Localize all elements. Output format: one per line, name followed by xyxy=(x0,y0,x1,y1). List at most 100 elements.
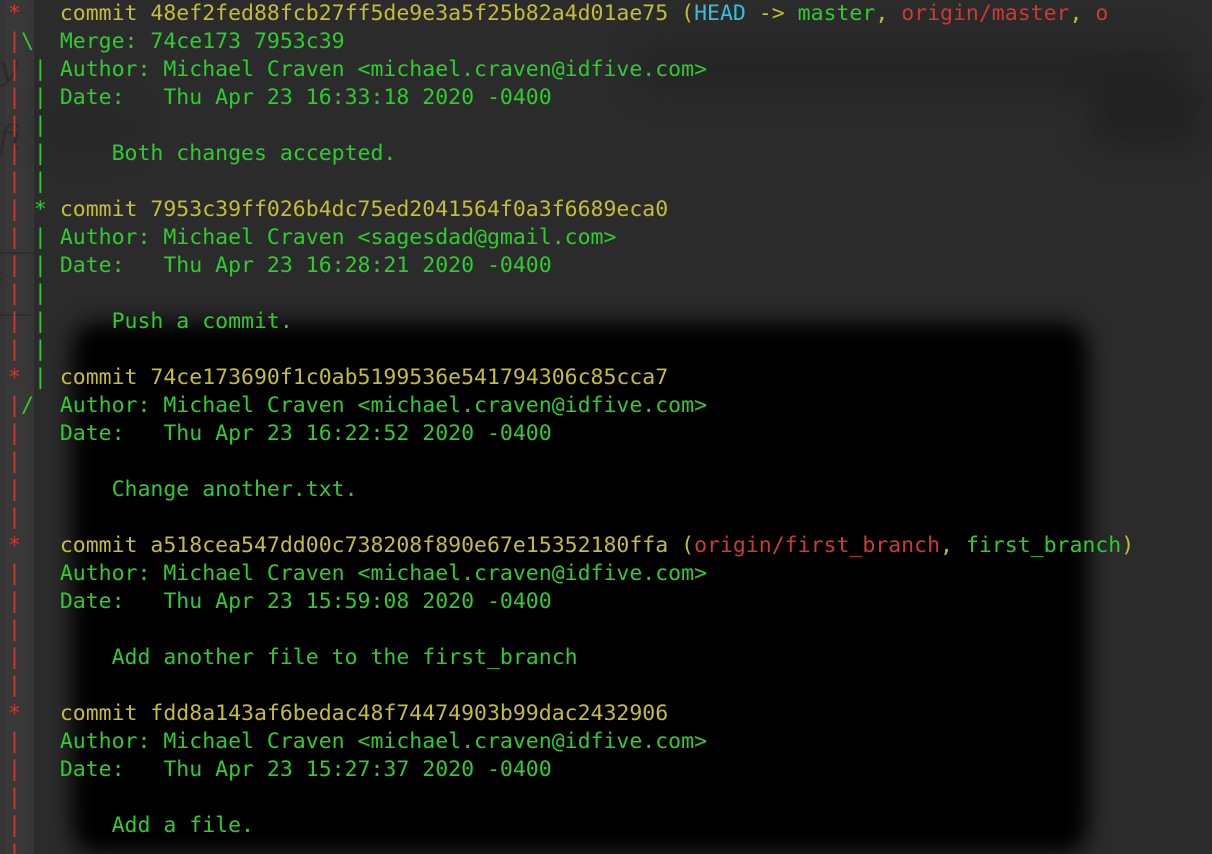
log-text: commit xyxy=(59,1,151,26)
log-line: | xyxy=(0,784,1212,812)
graph-gutter: | xyxy=(8,477,60,502)
graph-cell xyxy=(34,589,47,614)
graph-cell xyxy=(34,813,47,838)
graph-gutter: | * xyxy=(8,197,60,222)
graph-cell: | xyxy=(33,169,47,194)
log-line: | | xyxy=(0,112,1212,140)
graph-cell: | xyxy=(8,673,21,698)
graph-cell xyxy=(47,617,60,642)
graph-gutter: | | xyxy=(8,309,60,334)
graph-gutter: | | xyxy=(8,113,60,138)
log-line: | Date: Thu Apr 23 16:22:52 2020 -0400 xyxy=(0,420,1212,448)
graph-cell xyxy=(34,533,47,558)
graph-gutter: | | xyxy=(8,281,60,306)
graph-cell xyxy=(21,85,34,110)
graph-cell xyxy=(21,757,34,782)
graph-gutter: * xyxy=(8,533,60,558)
graph-cell: | xyxy=(8,757,21,782)
graph-cell xyxy=(34,449,47,474)
graph-cell: | xyxy=(8,505,21,530)
graph-cell: | xyxy=(8,57,21,82)
graph-cell: \ xyxy=(20,29,34,54)
graph-cell xyxy=(47,365,60,390)
graph-cell xyxy=(21,813,34,838)
log-line: * | commit 74ce173690f1c0ab5199536e54179… xyxy=(0,364,1212,392)
log-line: | | Date: Thu Apr 23 16:33:18 2020 -0400 xyxy=(0,84,1212,112)
graph-cell: | xyxy=(8,85,21,110)
graph-gutter: | xyxy=(8,729,60,754)
log-line: | | Both changes accepted. xyxy=(0,140,1212,168)
log-text: Author: Michael Craven <michael.craven@i… xyxy=(59,57,708,82)
graph-cell: | xyxy=(8,337,21,362)
graph-cell xyxy=(21,589,34,614)
graph-cell xyxy=(47,309,60,334)
graph-cell xyxy=(47,561,60,586)
graph-cell xyxy=(47,589,60,614)
graph-cell xyxy=(34,617,47,642)
graph-cell: | xyxy=(33,141,47,166)
graph-cell: | xyxy=(8,449,21,474)
graph-gutter: | | xyxy=(8,169,60,194)
log-line: * commit fdd8a143af6bedac48f74474903b99d… xyxy=(0,700,1212,728)
log-text: ( xyxy=(668,533,695,558)
graph-cell xyxy=(21,309,34,334)
log-line: |/ Author: Michael Craven <michael.crave… xyxy=(0,392,1212,420)
graph-cell: | xyxy=(8,589,21,614)
graph-cell xyxy=(34,757,47,782)
log-line: | Author: Michael Craven <michael.craven… xyxy=(0,728,1212,756)
graph-cell xyxy=(21,477,34,502)
graph-gutter: | xyxy=(8,785,60,810)
log-line: | xyxy=(0,840,1212,854)
graph-cell: | xyxy=(8,841,21,854)
graph-gutter: * | xyxy=(8,365,60,390)
log-text: -> xyxy=(745,1,798,26)
graph-cell: | xyxy=(8,421,21,446)
graph-cell: * xyxy=(33,197,47,222)
log-text: Change another.txt. xyxy=(59,477,358,502)
log-text: Both changes accepted. xyxy=(59,141,397,166)
log-text: master xyxy=(797,1,876,26)
graph-cell xyxy=(34,729,47,754)
graph-cell: * xyxy=(8,701,21,726)
graph-cell: | xyxy=(8,729,21,754)
log-line: | Date: Thu Apr 23 15:27:37 2020 -0400 xyxy=(0,756,1212,784)
graph-cell xyxy=(47,225,60,250)
log-text: origin/first_branch xyxy=(694,533,941,558)
graph-cell xyxy=(47,113,60,138)
graph-cell xyxy=(21,1,34,26)
graph-gutter: | | xyxy=(8,253,60,278)
graph-cell xyxy=(34,785,47,810)
graph-cell xyxy=(21,365,34,390)
graph-cell xyxy=(21,421,34,446)
graph-cell xyxy=(47,197,60,222)
graph-cell xyxy=(21,785,34,810)
graph-gutter: | xyxy=(8,589,60,614)
graph-cell xyxy=(47,421,60,446)
graph-cell xyxy=(21,337,34,362)
graph-cell xyxy=(21,505,34,530)
log-line: | | xyxy=(0,280,1212,308)
log-text: commit xyxy=(59,197,151,222)
log-text: fdd8a143af6bedac48f74474903b99dac2432906 xyxy=(150,701,669,726)
graph-cell: | xyxy=(33,309,47,334)
log-text: Merge: 74ce173 7953c39 xyxy=(59,29,345,54)
graph-gutter: | xyxy=(8,505,60,530)
log-line: * commit a518cea547dd00c738208f890e67e15… xyxy=(0,532,1212,560)
graph-cell xyxy=(21,141,34,166)
log-text: Author: Michael Craven <michael.craven@i… xyxy=(59,729,708,754)
graph-cell xyxy=(21,561,34,586)
graph-cell xyxy=(21,113,34,138)
graph-cell: | xyxy=(8,785,21,810)
graph-cell: * xyxy=(8,533,21,558)
git-log-output[interactable]: * commit 48ef2fed88fcb27ff5de9e3a5f25b82… xyxy=(0,0,1212,854)
log-text: , xyxy=(940,533,966,558)
graph-cell xyxy=(21,841,34,854)
graph-cell xyxy=(21,169,34,194)
graph-cell xyxy=(47,337,60,362)
graph-cell xyxy=(47,393,60,418)
graph-cell xyxy=(47,169,60,194)
graph-cell: | xyxy=(8,617,21,642)
graph-gutter: | xyxy=(8,757,60,782)
graph-cell xyxy=(21,281,34,306)
graph-cell xyxy=(21,253,34,278)
